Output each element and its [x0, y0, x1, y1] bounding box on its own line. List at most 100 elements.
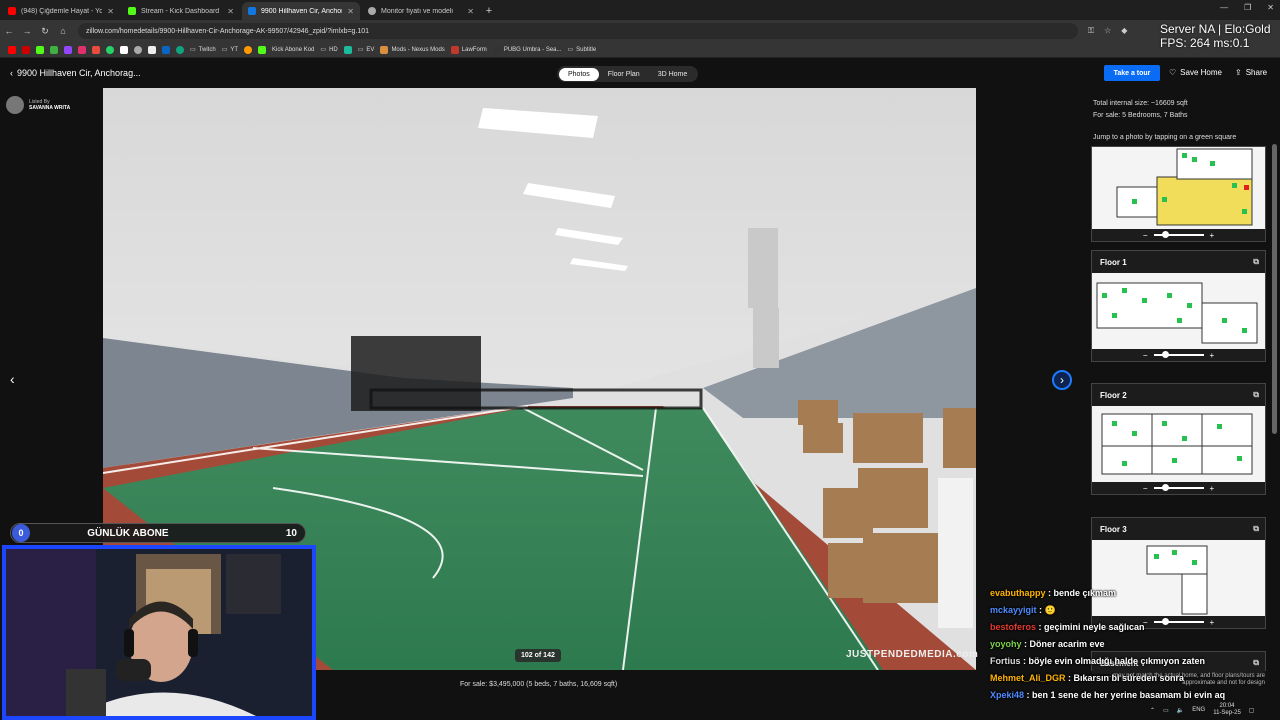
chatgpt-bookmark-icon[interactable] [176, 45, 184, 54]
key-icon[interactable]: ⚿ [1088, 26, 1094, 36]
nexus-icon [380, 45, 389, 54]
teal-bookmark-icon[interactable] [343, 45, 352, 54]
zoom-in-icon[interactable]: + [1210, 484, 1215, 493]
floorplan-card-basement[interactable]: − + [1091, 146, 1266, 242]
zoom-in-icon[interactable]: + [1210, 351, 1215, 360]
home-size-info: Total internal size: ~16609 sqft For sal… [1093, 100, 1188, 119]
x-bookmark-icon[interactable] [120, 45, 128, 54]
chat-message: mckayyigit : 🙂 [990, 605, 1056, 615]
zoom-out-icon[interactable]: − [1143, 231, 1148, 240]
expand-icon[interactable]: ⧉ [1253, 390, 1259, 400]
s-bookmark-icon[interactable] [148, 45, 156, 54]
forward-arrow-icon[interactable]: → [18, 26, 36, 36]
zoom-out-icon[interactable]: − [1143, 484, 1148, 493]
close-window-icon[interactable]: ✕ [1267, 3, 1274, 12]
pubg-icon [492, 45, 501, 54]
floorplan-map[interactable] [1092, 273, 1265, 349]
chat-message: evabuthappy : bende çıkmam [990, 588, 1117, 598]
floorplan-map[interactable] [1092, 147, 1265, 229]
bookmark-twitch[interactable]: ▭ Twitch [190, 46, 216, 54]
expand-icon[interactable]: ⧉ [1253, 524, 1259, 534]
sub-goal-title: GÜNLÜK ABONE [87, 527, 169, 539]
folder-icon: ▭ [320, 47, 327, 53]
zoom-control[interactable]: − + [1092, 349, 1265, 361]
floor-2-plan [1101, 413, 1253, 475]
back-to-listing-link[interactable]: ‹ 9900 Hillhaven Cir, Anchorag... [10, 68, 141, 78]
youtube-bookmark-icon[interactable] [8, 45, 16, 54]
clock[interactable]: 20:04 11-Sep-25 [1213, 703, 1241, 717]
language-indicator[interactable]: ENG [1192, 707, 1205, 713]
basement-plan [1116, 148, 1253, 226]
floorplan-map[interactable] [1092, 406, 1265, 482]
kick-bookmark-icon[interactable] [36, 45, 44, 54]
notification-icon[interactable]: ▢ [1249, 707, 1255, 714]
scrollbar-thumb[interactable] [1272, 144, 1277, 434]
next-photo-button[interactable]: › [1052, 370, 1072, 390]
bookmark-kick-abone[interactable]: Kick Abone Kod [272, 47, 314, 53]
floorplan-card-floor-1[interactable]: Floor 1 ⧉ − + [1091, 250, 1266, 362]
browser-tab-zillow[interactable]: 9900 Hillhaven Cir, Anchorage✕ [242, 2, 360, 20]
browser-tab-kick[interactable]: Stream - Kick Dashboard ✕ [122, 2, 240, 20]
floorplan-card-floor-2[interactable]: Floor 2 ⧉ − + [1091, 383, 1266, 495]
streamer-webcam [6, 549, 312, 716]
extension-icon[interactable]: ◆ [1121, 26, 1127, 36]
chevron-left-icon: ‹ [10, 68, 13, 78]
take-tour-button[interactable]: Take a tour [1104, 65, 1160, 81]
back-arrow-icon[interactable]: ← [0, 26, 18, 36]
browser-tab-monitor[interactable]: Monitor fiyatı ve modeli ✕ [362, 2, 480, 20]
zoom-control[interactable]: − + [1092, 229, 1265, 241]
close-icon[interactable]: ✕ [107, 7, 114, 16]
browser-tab-youtube[interactable]: (948) Çiğdemle Hayat - YouTube✕ [2, 2, 120, 20]
bookmark-subtitle[interactable]: ▭ Subtitle [567, 46, 597, 54]
volume-icon[interactable]: 🔈 [1177, 707, 1184, 714]
system-tray: ⌃ ▭ 🔈 ENG 20:04 11-Sep-25 ▢ [1150, 700, 1280, 720]
twitch-bookmark-icon[interactable] [64, 45, 72, 54]
home-icon[interactable]: ⌂ [54, 26, 72, 36]
bookmark-hd[interactable]: ▭ HD [320, 46, 337, 54]
network-icon[interactable]: ▭ [1163, 707, 1169, 714]
bookmark-nexus[interactable]: Mods - Nexus Mods [380, 45, 445, 54]
share-button[interactable]: ⇪ Share [1235, 68, 1267, 77]
whatsapp-bookmark-icon[interactable] [106, 45, 114, 54]
zoom-out-icon[interactable]: − [1143, 351, 1148, 360]
save-home-button[interactable]: ♡ Save Home [1169, 68, 1222, 77]
tumblr-bookmark-icon[interactable] [92, 45, 100, 54]
zoom-control[interactable]: − + [1092, 482, 1265, 494]
avatar [6, 96, 24, 114]
share-icon: ⇪ [1235, 68, 1242, 77]
folder-icon: ▭ [567, 47, 574, 53]
instagram-bookmark-icon[interactable] [78, 45, 86, 54]
orange-bookmark-icon[interactable] [244, 45, 253, 54]
tab-3d-home[interactable]: 3D Home [649, 68, 697, 81]
chat-message: Fortius : böyle evin olmadığı halde çıkm… [990, 656, 1206, 666]
close-icon[interactable]: ✕ [227, 7, 234, 16]
zoom-in-icon[interactable]: + [1210, 231, 1215, 240]
github-bookmark-icon[interactable] [134, 45, 142, 54]
linkedin-bookmark-icon[interactable] [162, 45, 170, 54]
chevron-up-icon[interactable]: ⌃ [1150, 707, 1155, 714]
previous-photo-button[interactable]: ‹ [10, 371, 15, 387]
star-icon[interactable]: ☆ [1104, 26, 1111, 36]
green-bookmark-icon[interactable] [258, 45, 267, 54]
reload-icon[interactable]: ↻ [36, 26, 54, 37]
bookmark-pubg[interactable]: PUBG Umbra - Sea... [492, 45, 562, 54]
minimize-icon[interactable]: — [1220, 3, 1228, 12]
tab-floor-plan[interactable]: Floor Plan [599, 68, 649, 81]
close-icon[interactable]: ✕ [347, 7, 354, 16]
tab-photos[interactable]: Photos [559, 67, 599, 81]
browser-tabstrip: (948) Çiğdemle Hayat - YouTube✕ Stream -… [0, 0, 1280, 20]
leaf-bookmark-icon[interactable] [50, 45, 58, 54]
new-tab-button[interactable]: + [480, 2, 498, 20]
youtube-bookmark-icon[interactable] [22, 45, 30, 54]
maximize-icon[interactable]: ❐ [1244, 3, 1251, 12]
expand-icon[interactable]: ⧉ [1253, 257, 1259, 267]
bookmark-ev[interactable]: ▭ EV [358, 46, 375, 54]
photo-counter: 102 of 142 [515, 649, 561, 662]
close-icon[interactable]: ✕ [467, 7, 474, 16]
bookmark-lawform[interactable]: LawForm [450, 45, 487, 54]
url-input[interactable]: zillow.com/homedetails/9900-Hillhaven-Ci… [78, 23, 1078, 39]
chat-message: bestoferos : geçimini neyle sağlıcan [990, 622, 1145, 632]
folder-icon: ▭ [221, 47, 228, 53]
bookmark-yt[interactable]: ▭ YT [221, 46, 238, 54]
kick-icon [128, 7, 136, 15]
